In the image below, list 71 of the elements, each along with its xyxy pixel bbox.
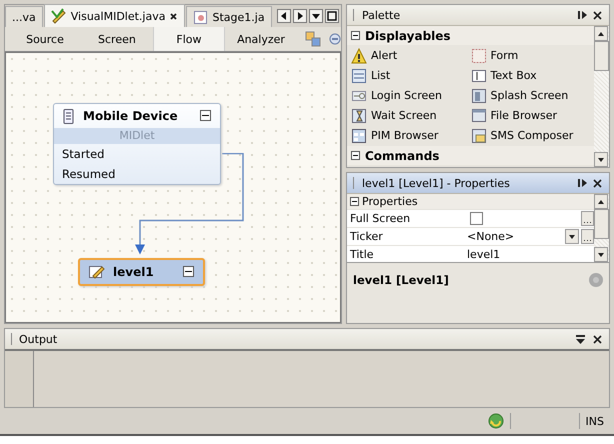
editor-tab[interactable]: VisualMIDlet.java [44,4,186,27]
calendar-icon [351,128,367,144]
maximize-button[interactable] [325,9,339,23]
collapse-icon[interactable] [200,110,212,122]
node-subtitle: MIDlet [54,128,220,144]
scroll-up-button[interactable] [594,194,608,209]
palette-item[interactable]: Login Screen [351,86,470,105]
view-tab[interactable]: Flow [152,27,226,51]
editor-tab[interactable]: Stage1.ja [186,6,272,27]
property-name: Full Screen [349,212,412,225]
scroll-up-button[interactable] [594,26,608,41]
node-title: level1 [113,265,155,279]
panel-title: Palette [362,8,402,22]
window-icon [470,108,486,124]
scrollbar-thumb[interactable] [594,209,609,239]
screen-node[interactable]: level1 [78,258,205,286]
view-tab[interactable]: Source [9,27,81,51]
node-item[interactable]: Started [54,144,220,164]
checkbox[interactable] [470,212,483,225]
section-header[interactable]: Properties [362,195,418,208]
property-name: Title [349,248,375,261]
close-icon[interactable] [592,10,603,20]
property-description: level1 [Level1] [353,273,450,287]
close-icon[interactable] [169,12,178,20]
property-name: Ticker [349,230,384,243]
palette-item[interactable]: PIM Browser [351,126,470,145]
insert-mode-indicator: INS [586,414,604,428]
collapse-icon[interactable] [351,31,360,40]
collapse-icon[interactable] [351,151,360,160]
splash-screen-icon [470,88,486,104]
collapse-icon[interactable] [350,197,359,206]
list-icon [351,68,367,84]
palette-item[interactable]: Form [470,46,590,65]
phone-icon [62,108,75,124]
editor-tab[interactable]: ...va [5,6,43,27]
layout-icon[interactable] [304,31,321,47]
collapse-icon[interactable] [183,266,195,278]
warning-icon [351,48,367,64]
palette-item[interactable]: SMS Composer [470,126,590,145]
dropdown-button[interactable] [309,9,323,23]
panel-title: level1 [Level1] - Properties [362,176,511,190]
refresh-icon[interactable] [488,413,504,429]
pencil-check-icon [50,8,67,24]
scroll-down-button[interactable] [594,152,608,167]
scroll-down-button[interactable] [594,247,608,262]
node-item[interactable]: Resumed [54,164,220,184]
view-tab[interactable]: Analyzer [225,27,297,51]
scroll-right-button[interactable] [293,9,307,23]
palette-item[interactable]: Wait Screen [351,106,470,125]
palette-item[interactable]: Alert [351,46,470,65]
dropdown-button[interactable] [565,229,579,244]
pencil-icon [88,264,105,280]
palette-item[interactable]: Text Box [470,66,590,85]
scrollbar-thumb[interactable] [594,41,609,71]
stage-file-icon [193,10,208,24]
panel-title: Output [19,332,58,346]
form-icon [470,48,486,64]
view-tab[interactable]: Screen [80,27,153,51]
palette-item[interactable]: File Browser [470,106,590,125]
close-icon[interactable] [592,178,603,188]
close-icon[interactable] [592,334,603,344]
text-box-icon [470,68,486,84]
node-title: Mobile Device [83,109,179,123]
device-node[interactable]: Mobile Device MIDlet Started Resumed [53,103,221,185]
envelope-icon [470,128,486,144]
palette-item[interactable]: List [351,66,470,85]
scroll-left-button[interactable] [277,9,291,23]
palette-item[interactable]: Splash Screen [470,86,590,105]
property-value[interactable]: <None> [467,230,563,243]
property-value[interactable]: level1 [467,248,594,261]
hourglass-icon [351,108,367,124]
